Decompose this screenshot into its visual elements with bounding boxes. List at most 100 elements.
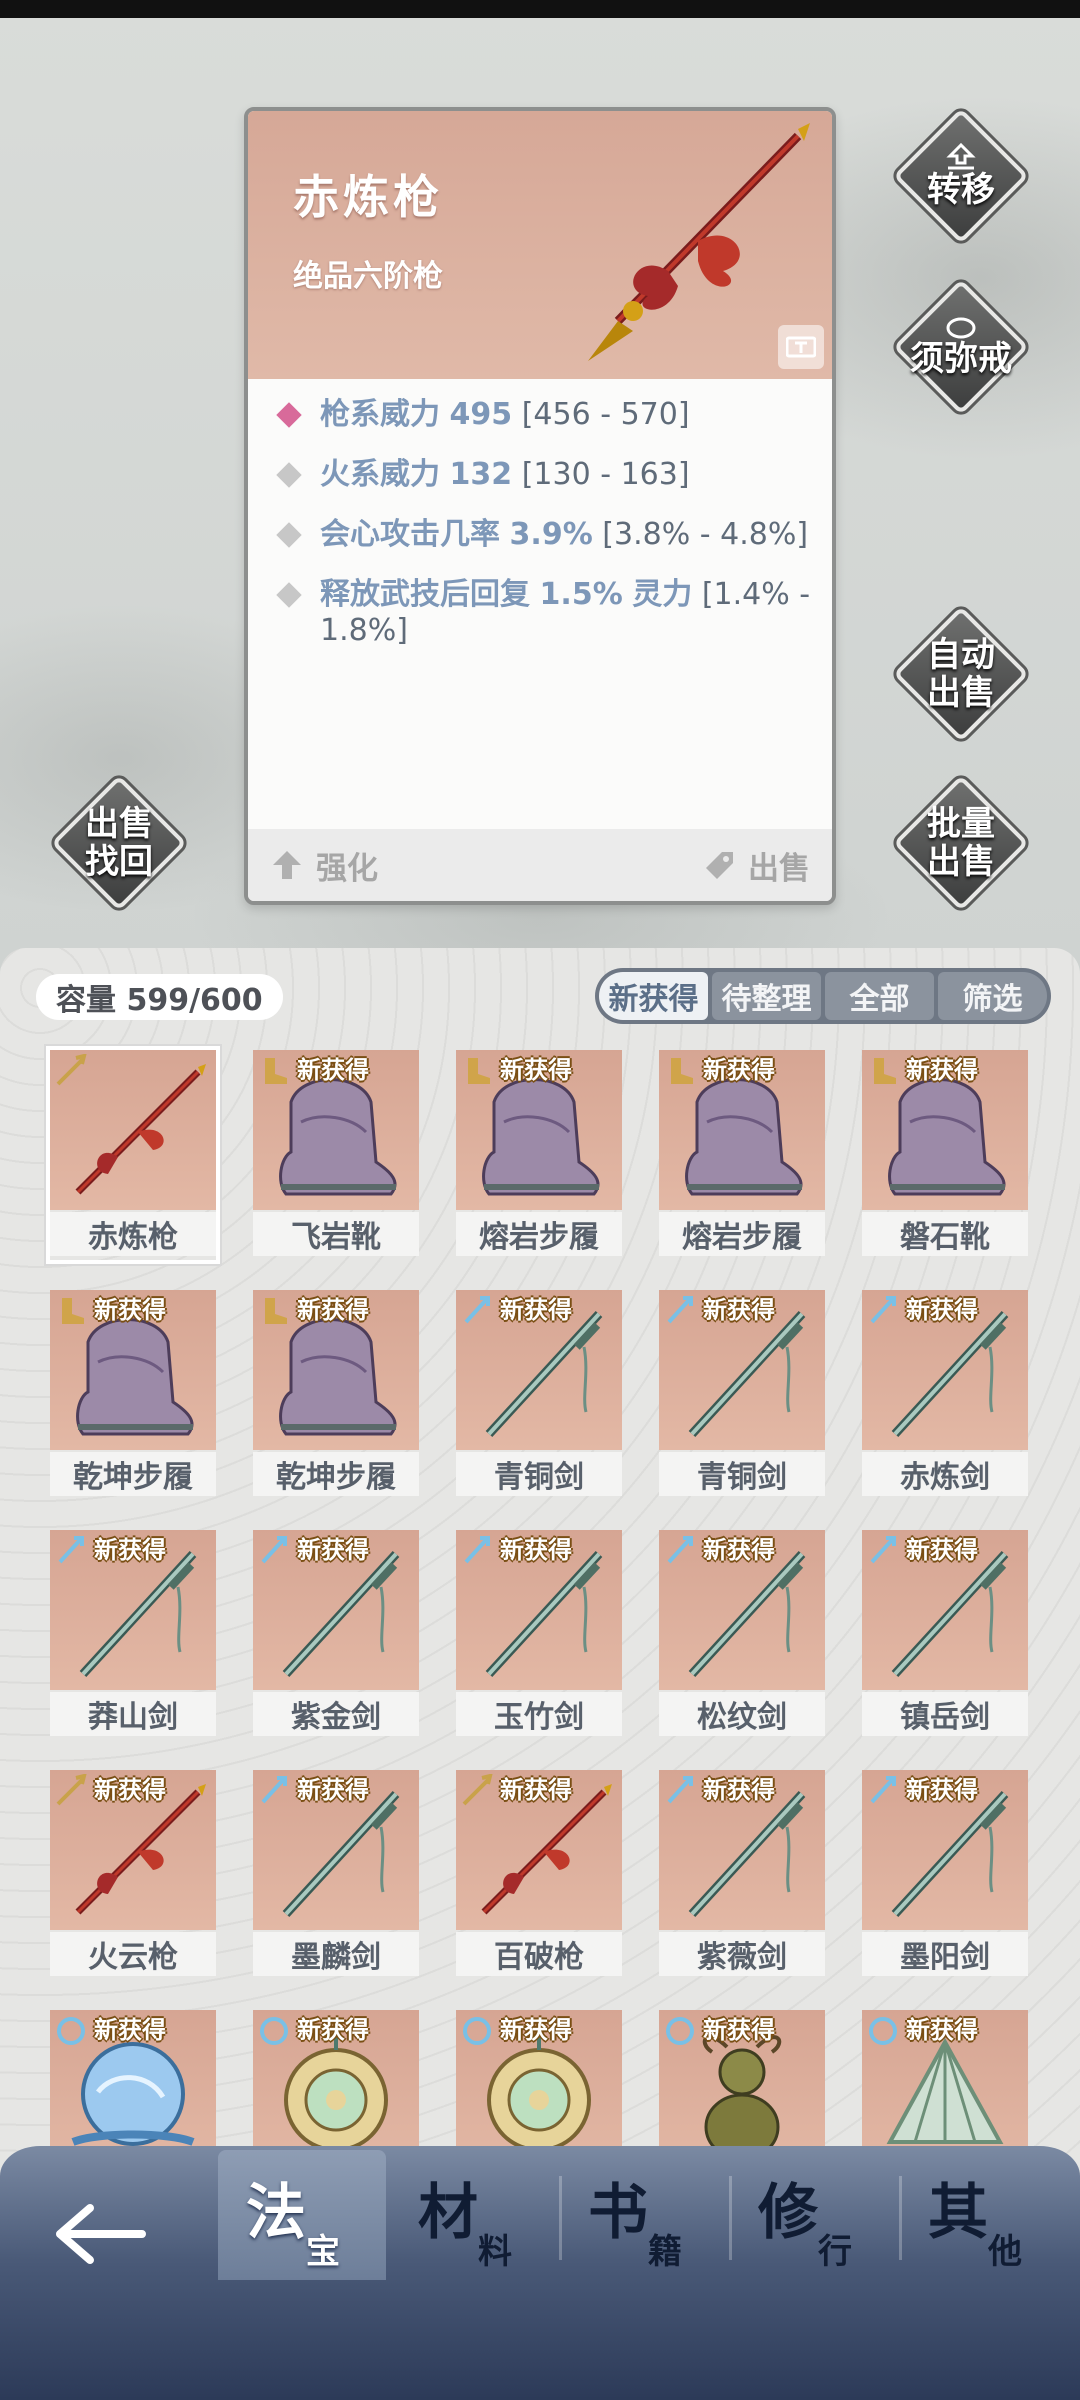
- filter-screen[interactable]: 筛选: [938, 972, 1047, 1020]
- attribute-value: 3.9%: [509, 517, 593, 552]
- category-sword-icon: [261, 1536, 287, 1564]
- sell-label: 出售: [748, 850, 810, 887]
- bottom-nav: 法 宝 材 料 书 籍 修 行 其 他: [0, 2146, 1080, 2400]
- new-badge: 新获得: [500, 1536, 572, 1564]
- category-boot-icon: [62, 1298, 84, 1324]
- item-thumbnail: 新获得: [862, 1290, 1028, 1450]
- buyback-label-line1: 出售: [85, 804, 153, 844]
- filter-unsorted[interactable]: 待整理: [712, 972, 821, 1020]
- item-thumbnail: 新获得: [862, 1530, 1028, 1690]
- inventory-item[interactable]: 新获得 青铜剑: [659, 1290, 825, 1500]
- inventory-item[interactable]: 赤炼枪: [46, 1046, 220, 1264]
- inventory-item[interactable]: 新获得 青铜剑: [456, 1290, 622, 1500]
- inventory-item[interactable]: 新获得 莽山剑: [50, 1530, 216, 1740]
- ring-storage-label: 须弥戒: [910, 339, 1012, 379]
- item-thumbnail: 新获得: [253, 1050, 419, 1210]
- inventory-item[interactable]: 新获得 乾坤步履: [50, 1290, 216, 1500]
- category-jade-icon: [260, 2017, 288, 2045]
- transfer-label: 转移: [927, 170, 995, 210]
- item-detail-footer: 强化 出售: [248, 829, 832, 901]
- category-boot-icon: [265, 1058, 287, 1084]
- inventory-item[interactable]: 新获得 玉竹剑: [456, 1530, 622, 1740]
- new-badge: 新获得: [297, 1536, 369, 1564]
- inventory-item[interactable]: 新获得 飞岩靴: [253, 1050, 419, 1260]
- new-badge: 新获得: [297, 1056, 369, 1084]
- inventory-item[interactable]: 新获得 松纹剑: [659, 1530, 825, 1740]
- filter-all[interactable]: 全部: [825, 972, 934, 1020]
- item-thumbnail: 新获得: [253, 1290, 419, 1450]
- lock-tag-icon[interactable]: [778, 325, 824, 369]
- attribute-bullet-icon: [276, 522, 302, 548]
- tab-other[interactable]: 其 他: [900, 2150, 1068, 2280]
- status-bar: [0, 0, 1080, 18]
- tab-books[interactable]: 书 籍: [560, 2150, 732, 2280]
- item-thumbnail: 新获得: [659, 1290, 825, 1450]
- upload-icon: [946, 143, 976, 170]
- new-badge: 新获得: [703, 1536, 775, 1564]
- item-name: 莽山剑: [50, 1692, 216, 1736]
- tab-books-small: 籍: [648, 2232, 682, 2272]
- inventory-item[interactable]: 新获得 紫金剑: [253, 1530, 419, 1740]
- new-badge: 新获得: [906, 1536, 978, 1564]
- attribute-row: 会心攻击几率 3.9% [3.8% - 4.8%]: [272, 517, 812, 553]
- tab-treasure-small: 宝: [306, 2232, 340, 2272]
- item-thumbnail: 新获得: [456, 1050, 622, 1210]
- category-boot-icon: [468, 1058, 490, 1084]
- batch-sell-button[interactable]: 批量 出售: [888, 770, 1034, 916]
- inventory-item[interactable]: 新获得 磐石靴: [862, 1050, 1028, 1260]
- sell-buyback-button[interactable]: 出售 找回: [46, 770, 192, 916]
- tab-cultivation-big: 修: [758, 2178, 818, 2248]
- inventory-item[interactable]: 新获得 墨麟剑: [253, 1770, 419, 1980]
- back-arrow-icon[interactable]: [52, 2202, 148, 2266]
- auto-sell-button[interactable]: 自动 出售: [888, 601, 1034, 747]
- inventory-item[interactable]: 新获得 乾坤步履: [253, 1290, 419, 1500]
- inventory-item[interactable]: 新获得 紫薇剑: [659, 1770, 825, 1980]
- sell-button[interactable]: 出售: [702, 843, 810, 888]
- ring-icon: [946, 317, 976, 339]
- item-name: 百破枪: [456, 1932, 622, 1976]
- tab-materials-small: 料: [478, 2232, 512, 2272]
- attribute-range: [456 - 570]: [521, 397, 690, 432]
- tab-cultivation[interactable]: 修 行: [730, 2150, 902, 2280]
- tab-treasure[interactable]: 法 宝: [218, 2150, 386, 2280]
- item-name: 磐石靴: [862, 1212, 1028, 1256]
- item-name: 青铜剑: [456, 1452, 622, 1496]
- new-badge: 新获得: [703, 1776, 775, 1804]
- new-badge: 新获得: [500, 1056, 572, 1084]
- item-name: 镇岳剑: [862, 1692, 1028, 1736]
- tab-materials-big: 材: [418, 2178, 478, 2248]
- item-thumbnail: 新获得: [253, 1530, 419, 1690]
- filter-new[interactable]: 新获得: [599, 972, 708, 1020]
- item-thumbnail: 新获得: [50, 1290, 216, 1450]
- category-sword-icon: [870, 1776, 896, 1804]
- inventory-item[interactable]: 新获得 火云枪: [50, 1770, 216, 1980]
- item-thumbnail: [50, 1050, 216, 1210]
- buyback-label-line2: 找回: [85, 842, 153, 882]
- category-sword-icon: [870, 1536, 896, 1564]
- inventory-item[interactable]: 新获得 赤炼剑: [862, 1290, 1028, 1500]
- ring-storage-button[interactable]: 须弥戒: [888, 274, 1034, 420]
- inventory-item[interactable]: 新获得 镇岳剑: [862, 1530, 1028, 1740]
- transfer-button[interactable]: 转移: [888, 103, 1034, 249]
- enhance-button[interactable]: 强化: [270, 843, 378, 888]
- attribute-label: 火系威力: [320, 457, 440, 492]
- attribute-row: 枪系威力 495 [456 - 570]: [272, 397, 812, 433]
- attribute-range: [130 - 163]: [521, 457, 690, 492]
- new-badge: 新获得: [94, 1776, 166, 1804]
- category-boot-icon: [874, 1058, 896, 1084]
- batch-sell-label-line2: 出售: [927, 842, 995, 882]
- inventory-item[interactable]: 新获得 熔岩步履: [456, 1050, 622, 1260]
- inventory-item[interactable]: 新获得 百破枪: [456, 1770, 622, 1980]
- item-thumbnail: 新获得: [659, 1530, 825, 1690]
- category-spear-icon: [56, 1054, 87, 1086]
- new-badge: 新获得: [94, 1296, 166, 1324]
- inventory-item[interactable]: 新获得 墨阳剑: [862, 1770, 1028, 1980]
- category-sword-icon: [870, 1296, 896, 1324]
- attribute-range: [3.8% - 4.8%]: [602, 517, 809, 552]
- tab-materials[interactable]: 材 料: [390, 2150, 562, 2280]
- auto-sell-label-line2: 出售: [927, 673, 995, 713]
- item-thumbnail: 新获得: [50, 1530, 216, 1690]
- inventory-item[interactable]: 新获得 熔岩步履: [659, 1050, 825, 1260]
- category-jade-icon: [463, 2017, 491, 2045]
- category-spear-icon: [462, 1774, 493, 1806]
